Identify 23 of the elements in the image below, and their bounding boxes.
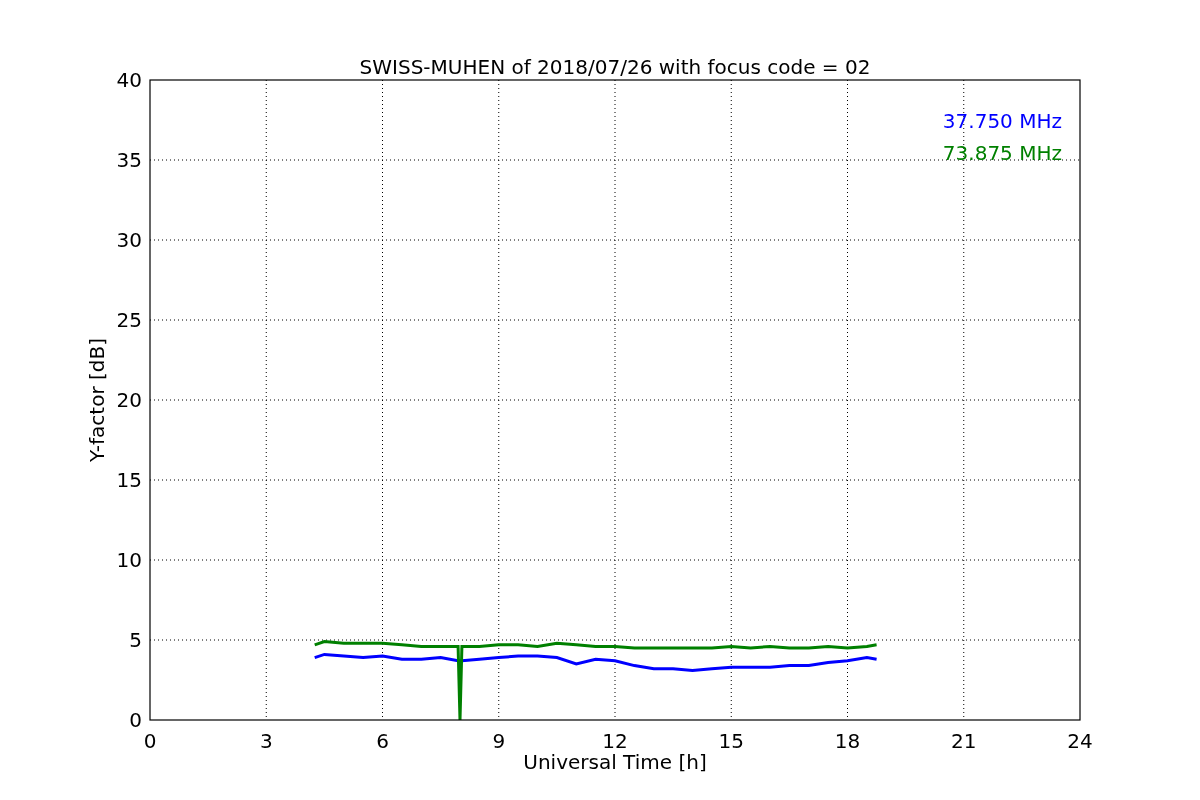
x-axis-label: Universal Time [h] [523,750,707,774]
y-tick-label: 15 [116,468,142,492]
y-tick-label: 25 [116,308,142,332]
y-tick-label: 35 [116,148,142,172]
x-tick-label: 0 [143,729,157,753]
legend-label: 37.750 MHz [942,109,1062,133]
x-tick-label: 9 [492,729,506,753]
y-tick-label: 20 [116,388,142,412]
y-tick-label: 5 [129,628,142,652]
legend-label: 73.875 MHz [942,141,1062,165]
y-axis-label: Y-factor [dB] [85,338,109,462]
x-tick-label: 21 [951,729,977,753]
y-tick-label: 40 [116,68,142,92]
x-tick-label: 18 [834,729,861,753]
x-tick-label: 15 [718,729,744,753]
chart-title: SWISS-MUHEN of 2018/07/26 with focus code = 02 [359,55,871,79]
y-tick-label: 30 [116,228,142,252]
x-tick-label: 24 [1067,729,1093,753]
x-tick-label: 12 [602,729,628,753]
x-tick-label: 6 [376,729,389,753]
y-tick-label: 0 [129,708,142,732]
y-tick-label: 10 [116,548,142,572]
x-tick-label: 3 [259,729,273,753]
